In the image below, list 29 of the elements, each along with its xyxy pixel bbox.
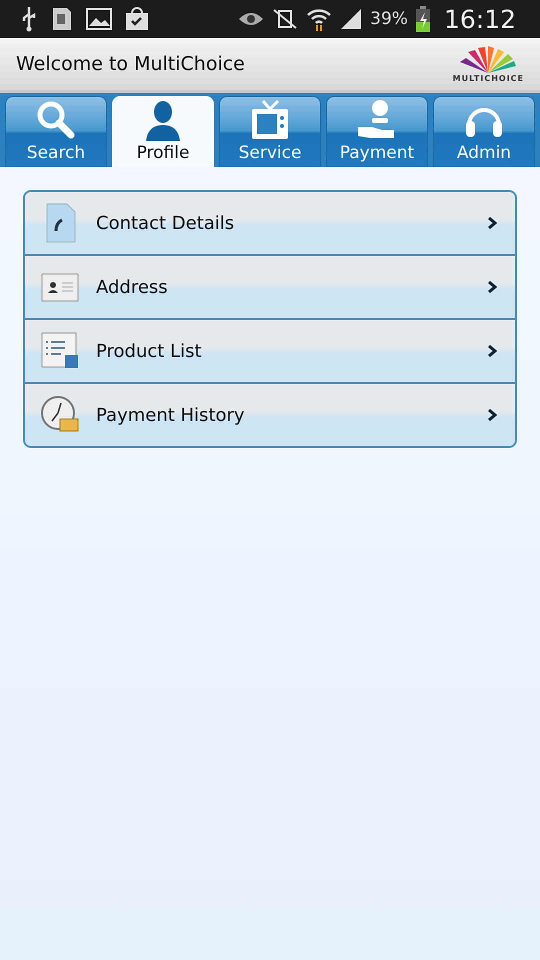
list-document-icon [40,332,80,370]
sd-card-icon [51,6,73,32]
header-title: Welcome to MultiChoice [16,53,245,75]
menu-item[interactable]: Product List [25,318,515,382]
menu-item[interactable]: Payment History [25,382,515,446]
search-icon [35,99,77,141]
usb-icon [20,6,38,32]
menu-item[interactable]: Address [25,254,515,318]
vibrate-mute-icon [272,8,298,30]
image-icon [86,8,112,30]
battery-percent: 39% [370,9,408,29]
chevron-right-icon [487,281,497,293]
chevron-right-icon [487,217,497,229]
logo-wordmark: MULTICHOICE [452,74,524,82]
eye-icon [238,10,264,28]
tv-icon [249,99,291,141]
contact-card-icon [40,271,80,303]
nav-tab[interactable]: Admin [433,96,535,167]
bag-check-icon [125,7,149,31]
chevron-right-icon [487,345,497,357]
nav-tab[interactable]: Search [5,96,107,167]
chevron-right-icon [487,409,497,421]
signal-icon [340,8,362,30]
nav-tab[interactable]: Profile [112,96,214,167]
nav-tab[interactable]: Service [219,96,321,167]
menu-item[interactable]: Contact Details [25,192,515,254]
battery-charging-icon [416,6,430,32]
nav-tab[interactable]: Payment [326,96,428,167]
clock-time: 16:12 [444,4,516,34]
